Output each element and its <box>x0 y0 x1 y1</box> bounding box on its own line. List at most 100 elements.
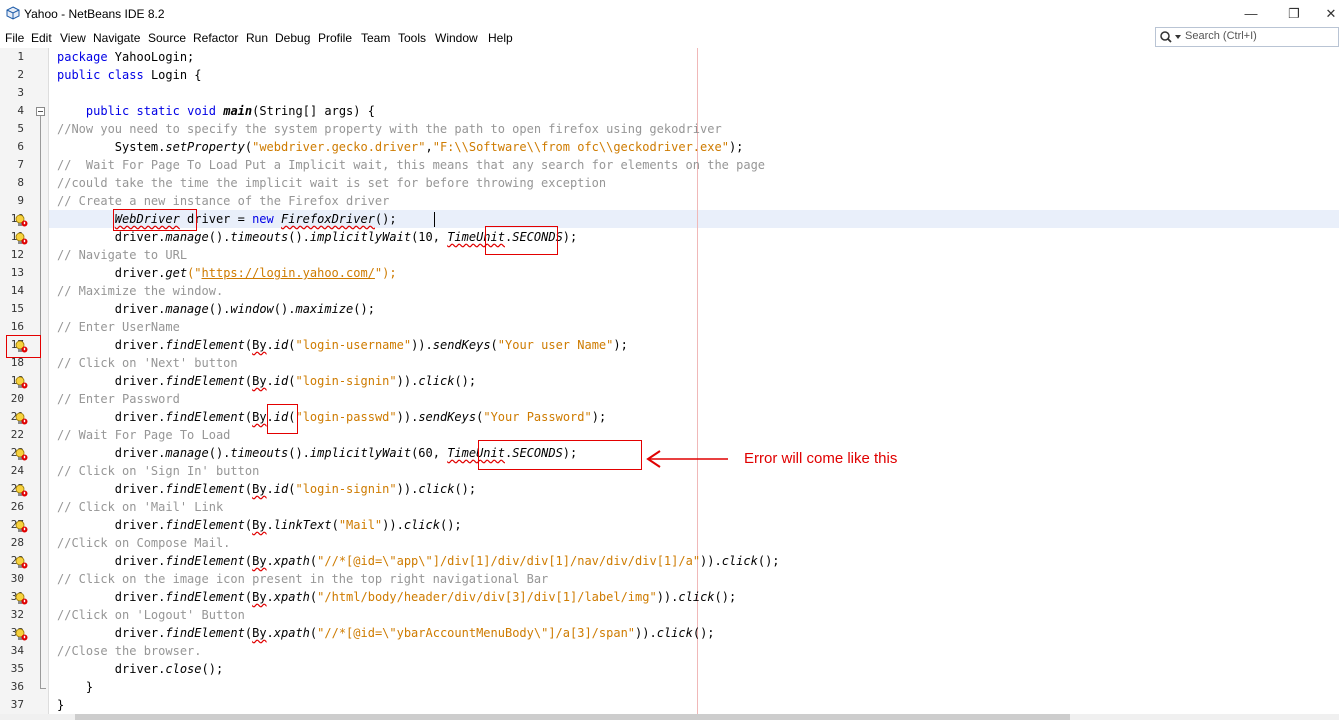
code-line[interactable]: // Enter Password <box>57 390 180 408</box>
code-token: // Maximize the window. <box>57 284 224 298</box>
fold-guide-line <box>40 116 41 688</box>
menu-debug[interactable]: Debug <box>275 31 310 45</box>
code-token: (10, <box>411 230 448 244</box>
code-line[interactable]: driver.findElement(By.id("login-signin")… <box>57 372 476 390</box>
code-token: "login-passwd" <box>295 410 397 424</box>
error-hint-bulb-icon[interactable] <box>14 376 28 389</box>
error-hint-bulb-icon[interactable] <box>14 232 28 245</box>
code-token: driver. <box>57 482 166 496</box>
fold-collapse-icon[interactable] <box>36 107 45 116</box>
scrollbar-thumb[interactable] <box>75 714 1070 720</box>
error-hint-bulb-icon[interactable] <box>14 484 28 497</box>
code-line[interactable]: // Click on 'Mail' Link <box>57 498 223 516</box>
code-line-current[interactable]: WebDriver driver = new FirefoxDriver(); <box>57 210 397 228</box>
menu-help[interactable]: Help <box>488 31 513 45</box>
menu-source[interactable]: Source <box>148 31 186 45</box>
code-line[interactable]: //Click on Compose Mail. <box>57 534 230 552</box>
code-line[interactable]: driver.findElement(By.id("login-signin")… <box>57 480 476 498</box>
line-number: 9 <box>17 194 24 207</box>
code-line[interactable]: // Click on 'Sign In' button <box>57 462 259 480</box>
code-line[interactable]: // Click on 'Next' button <box>57 354 238 372</box>
menu-window[interactable]: Window <box>435 31 478 45</box>
code-line[interactable]: //could take the time the implicit wait … <box>57 174 606 192</box>
search-input[interactable]: Search (Ctrl+I) <box>1185 30 1257 42</box>
code-token: findElement <box>165 374 245 388</box>
code-token: //Click on 'Logout' Button <box>57 608 245 622</box>
error-hint-bulb-icon[interactable] <box>14 628 28 641</box>
menu-run[interactable]: Run <box>246 31 268 45</box>
line-number: 37 <box>10 698 24 711</box>
code-line[interactable]: driver.findElement(By.xpath("//*[@id=\"a… <box>57 552 780 570</box>
menu-view[interactable]: View <box>60 31 86 45</box>
code-line[interactable]: // Navigate to URL <box>57 246 187 264</box>
code-token: driver. <box>57 662 166 676</box>
menu-profile[interactable]: Profile <box>318 31 352 45</box>
menu-tools[interactable]: Tools <box>398 31 426 45</box>
code-token: driver. <box>57 590 166 604</box>
code-line[interactable]: package YahooLogin; <box>57 48 194 66</box>
gutter-row: 37 <box>0 696 48 714</box>
code-token: YahooLogin; <box>107 50 195 64</box>
horizontal-scrollbar[interactable] <box>0 714 1339 720</box>
code-token: "Your user Name" <box>497 338 614 352</box>
code-line[interactable]: // Enter UserName <box>57 318 180 336</box>
code-token: click <box>721 554 758 568</box>
menu-edit[interactable]: Edit <box>31 31 52 45</box>
line-number: 28 <box>10 536 24 549</box>
code-token: sendKeys <box>418 410 477 424</box>
code-line[interactable]: // Click on the image icon present in th… <box>57 570 548 588</box>
code-token: click <box>418 482 455 496</box>
code-line[interactable]: driver.get("https://login.yahoo.com/"); <box>57 264 397 282</box>
code-line[interactable]: driver.findElement(By.linkText("Mail")).… <box>57 516 462 534</box>
code-line[interactable]: // Create a new instance of the Firefox … <box>57 192 389 210</box>
code-line[interactable]: //Click on 'Logout' Button <box>57 606 245 624</box>
error-hint-bulb-icon[interactable] <box>14 556 28 569</box>
search-icon[interactable] <box>1159 30 1183 44</box>
netbeans-cube-icon <box>6 6 20 20</box>
code-token: timeouts <box>230 446 289 460</box>
code-token: click <box>403 518 440 532</box>
error-hint-bulb-icon[interactable] <box>14 214 28 227</box>
code-line[interactable]: driver.findElement(By.id("login-username… <box>57 336 628 354</box>
menu-navigate[interactable]: Navigate <box>93 31 140 45</box>
code-token: // Navigate to URL <box>57 248 188 262</box>
close-button[interactable]: ✕ <box>1316 4 1339 24</box>
quick-search-box[interactable]: Search (Ctrl+I) <box>1155 27 1339 47</box>
code-line[interactable]: } <box>57 696 64 714</box>
code-line[interactable]: driver.close(); <box>57 660 223 678</box>
code-line[interactable]: driver.findElement(By.xpath("//*[@id=\"y… <box>57 624 715 642</box>
code-line[interactable]: public class Login { <box>57 66 202 84</box>
maximize-button[interactable]: ❐ <box>1279 4 1309 24</box>
error-hint-bulb-icon[interactable] <box>14 412 28 425</box>
code-token: ( <box>490 338 498 352</box>
code-line[interactable]: //Close the browser. <box>57 642 202 660</box>
code-token: "webdriver.gecko.driver" <box>252 140 426 154</box>
code-line[interactable]: driver.findElement(By.xpath("/html/body/… <box>57 588 736 606</box>
code-editor[interactable]: 1 2 3 4 5 6 7 8 9 10 11 12 13 14 15 16 1… <box>0 48 1339 720</box>
code-token: } <box>57 698 65 712</box>
minimize-button[interactable]: — <box>1236 4 1266 24</box>
error-hint-bulb-icon[interactable] <box>14 520 28 533</box>
code-token: // Click on 'Next' button <box>57 356 238 370</box>
code-token: By <box>252 410 267 424</box>
code-token: linkText <box>273 518 332 532</box>
error-hint-bulb-icon[interactable] <box>14 448 28 461</box>
code-line[interactable]: // Maximize the window. <box>57 282 223 300</box>
error-hint-bulb-icon[interactable] <box>14 592 28 605</box>
code-line[interactable]: //Now you need to specify the system pro… <box>57 120 722 138</box>
line-number: 2 <box>17 68 24 81</box>
code-line[interactable]: } <box>57 678 93 696</box>
menu-team[interactable]: Team <box>361 31 390 45</box>
menu-file[interactable]: File <box>5 31 24 45</box>
code-token: // Click on the image icon present in th… <box>57 572 549 586</box>
code-line[interactable]: public static void main(String[] args) { <box>57 102 375 120</box>
code-line[interactable]: // Wait For Page To Load Put a Implicit … <box>57 156 765 174</box>
line-number: 36 <box>10 680 24 693</box>
code-line[interactable]: driver.manage().window().maximize(); <box>57 300 375 318</box>
menu-refactor[interactable]: Refactor <box>193 31 238 45</box>
code-line[interactable]: driver.findElement(By.id("login-passwd")… <box>57 408 606 426</box>
line-number: 24 <box>10 464 24 477</box>
code-line[interactable]: // Wait For Page To Load <box>57 426 230 444</box>
code-line[interactable]: System.setProperty("webdriver.gecko.driv… <box>57 138 744 156</box>
